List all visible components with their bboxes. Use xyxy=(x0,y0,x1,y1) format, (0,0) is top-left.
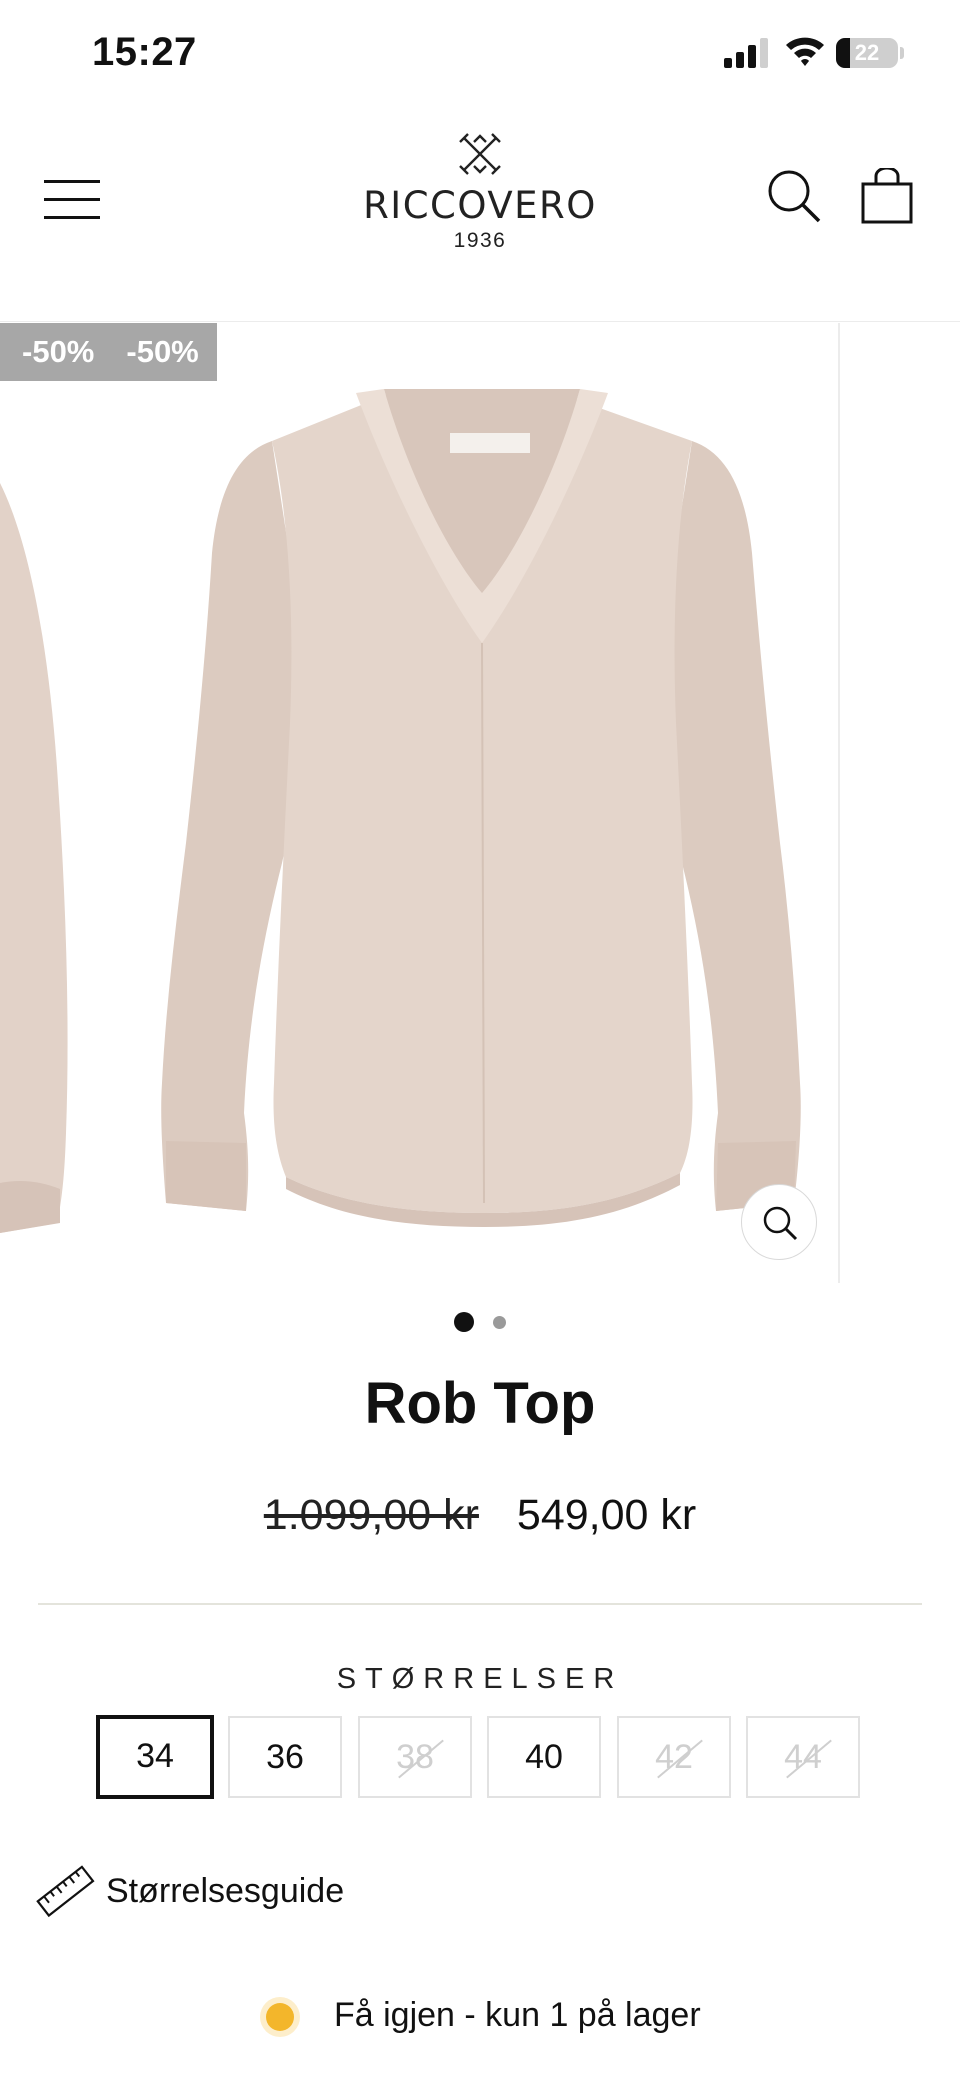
carousel-dots xyxy=(0,1312,960,1336)
discount-badges: -50% -50% xyxy=(0,323,217,381)
sizes-label: STØRRELSER xyxy=(336,1663,624,1695)
zoom-icon xyxy=(763,1206,798,1241)
size-option-36[interactable]: 36 xyxy=(228,1716,342,1798)
site-header: RICCOVERO 1936 xyxy=(0,110,960,322)
product-title: Rob Top xyxy=(364,1371,596,1436)
product-image-carousel[interactable]: -50% -50% xyxy=(0,323,960,1283)
carousel-dot-active[interactable] xyxy=(454,1312,475,1332)
stock-status-text: Få igjen - kun 1 på lager xyxy=(334,1996,701,2034)
original-price: 1.099,00 kr xyxy=(263,1491,479,1539)
logo-year: 1936 xyxy=(453,229,507,252)
discount-badge: -50% xyxy=(126,334,199,369)
status-bar: 15:27 22 xyxy=(0,0,960,110)
menu-icon[interactable] xyxy=(44,178,100,222)
stock-status: Få igjen - kun 1 på lager xyxy=(262,1992,822,2042)
search-icon[interactable] xyxy=(766,168,822,224)
shopping-bag-icon[interactable] xyxy=(860,168,914,224)
product-page: 15:27 22 RICCOVERO 1936 -50% -50% Rob To… xyxy=(0,0,960,2077)
slide-divider xyxy=(838,323,840,1283)
size-option-42[interactable]: 42 xyxy=(617,1716,731,1798)
size-option-34[interactable]: 34 xyxy=(96,1715,214,1799)
zoom-button[interactable] xyxy=(741,1184,817,1260)
battery-cap xyxy=(900,47,904,59)
carousel-dot[interactable] xyxy=(492,1315,506,1329)
stock-status-dot-icon xyxy=(266,2003,294,2031)
size-guide-label: Størrelsesguide xyxy=(106,1872,345,1910)
battery-icon: 22 xyxy=(836,38,898,68)
section-divider xyxy=(38,1603,922,1605)
size-option-44[interactable]: 44 xyxy=(746,1716,860,1798)
discount-badge: -50% xyxy=(22,334,95,369)
ruler-icon xyxy=(36,1865,95,1918)
brand-logo[interactable]: RICCOVERO 1936 xyxy=(330,132,630,282)
size-option-40[interactable]: 40 xyxy=(487,1716,601,1798)
logo-mark-icon xyxy=(459,133,501,175)
size-option-38[interactable]: 38 xyxy=(358,1716,472,1798)
logo-name: RICCOVERO xyxy=(363,184,597,227)
price-row: 1.099,00 kr 549,00 kr xyxy=(0,1491,960,1540)
size-guide-link[interactable]: Størrelsesguide xyxy=(36,1862,436,1922)
wifi-icon xyxy=(786,37,824,66)
battery-level: 22 xyxy=(854,40,880,65)
sale-price: 549,00 kr xyxy=(516,1491,697,1539)
signal-icon xyxy=(724,38,768,68)
status-time: 15:27 xyxy=(92,30,197,74)
product-image xyxy=(0,389,801,1233)
